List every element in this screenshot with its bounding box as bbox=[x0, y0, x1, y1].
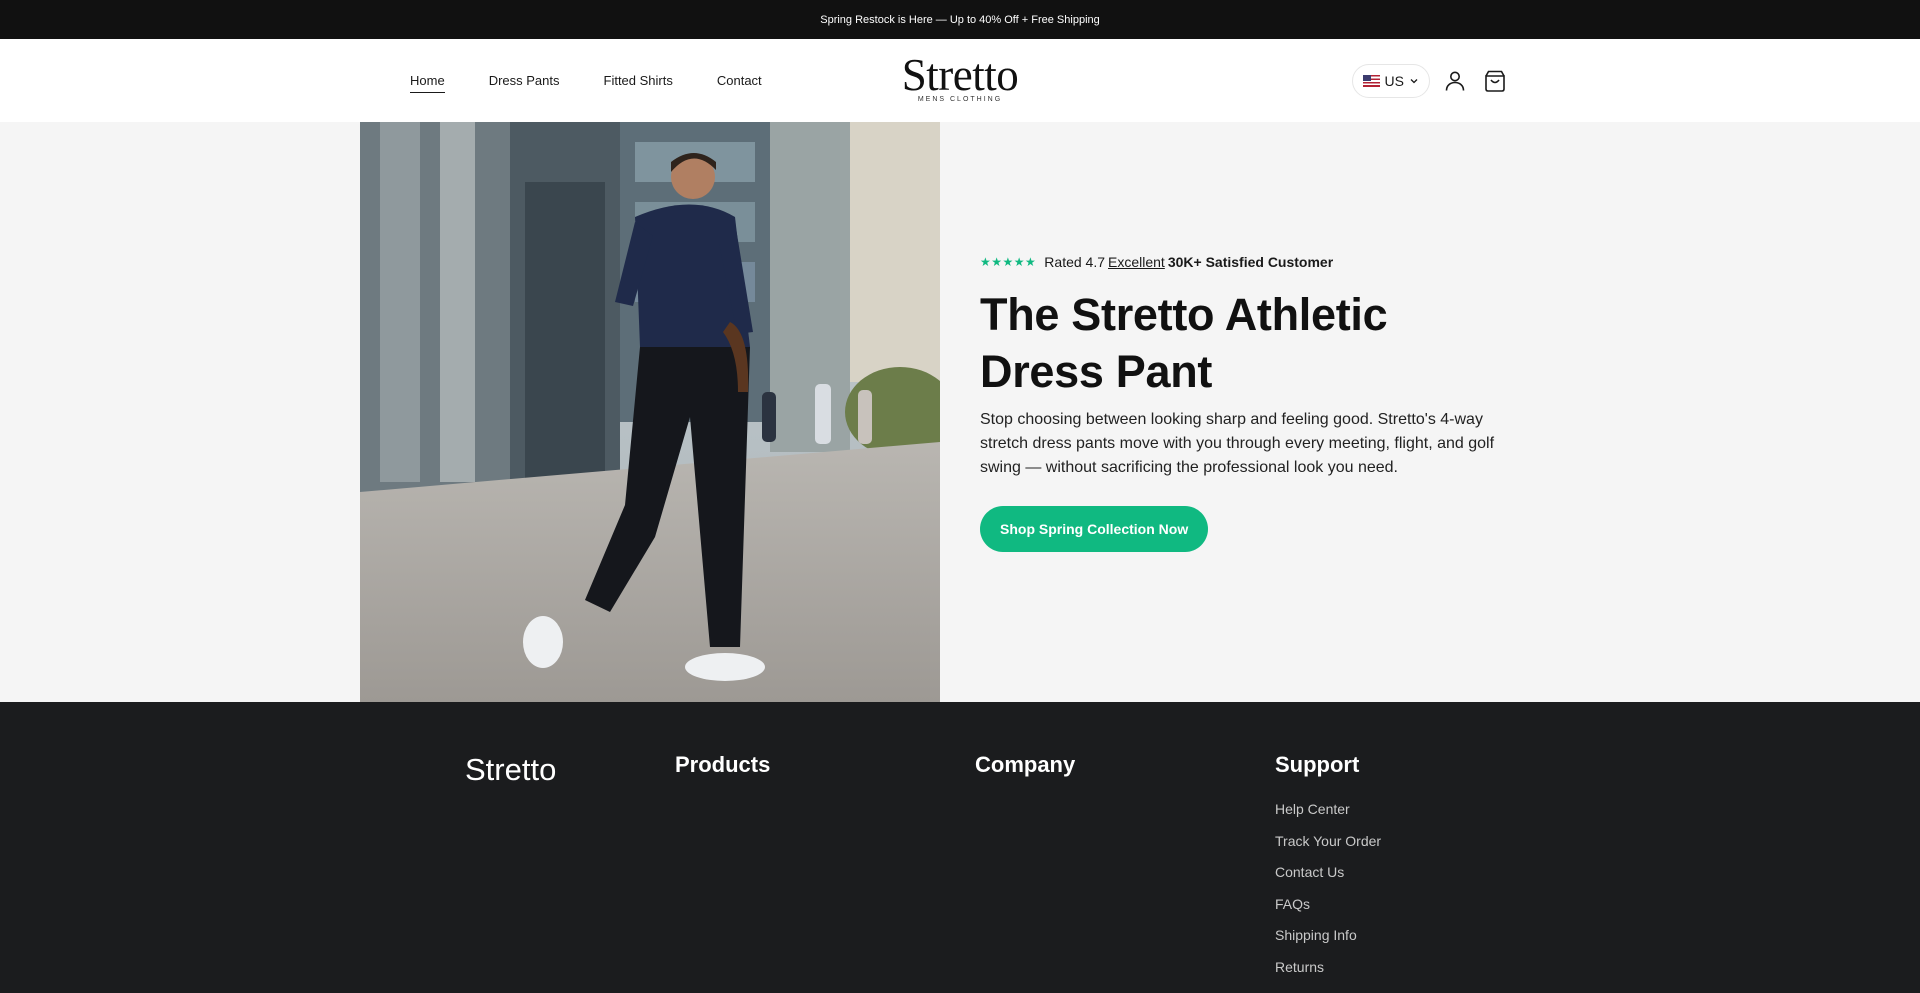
footer-company-heading: Company bbox=[975, 752, 1076, 777]
country-selector[interactable]: US bbox=[1351, 63, 1430, 98]
footer-logo[interactable]: Stretto bbox=[465, 752, 556, 788]
footer-link-returns: Returns bbox=[1275, 959, 1381, 991]
rating-excellent-link[interactable]: Excellent bbox=[1108, 254, 1165, 270]
shop-spring-collection-button[interactable]: Shop Spring Collection Now bbox=[980, 506, 1209, 552]
contact-us-link[interactable]: Contact Us bbox=[1275, 864, 1344, 880]
returns-link[interactable]: Returns bbox=[1275, 959, 1324, 975]
site-footer: Stretto Products Company Support Help Ce… bbox=[0, 702, 1920, 993]
nav-dress-pants[interactable]: Dress Pants bbox=[489, 69, 560, 92]
rating-row: ★★★★★ Rated 4.7 Excellent 30K+ Satisfied… bbox=[980, 254, 1500, 270]
country-code: US bbox=[1384, 72, 1404, 89]
rating-prefix: Rated 4.7 bbox=[1044, 254, 1106, 270]
us-flag-icon bbox=[1362, 74, 1380, 87]
footer-company-column: Company bbox=[975, 752, 1075, 778]
hero-description: Stop choosing between looking sharp and … bbox=[980, 411, 1495, 476]
hero-photo-illustration bbox=[360, 122, 940, 702]
header-actions: US bbox=[1351, 39, 1510, 122]
cart-icon bbox=[1485, 70, 1505, 92]
footer-support-list: Help Center Track Your Order Contact Us … bbox=[1275, 801, 1381, 991]
site-header: Home Dress Pants Fitted Shirts Contact S… bbox=[0, 39, 1920, 122]
rating-stars-icon: ★★★★★ bbox=[980, 255, 1037, 269]
footer-link-contact-us: Contact Us bbox=[1275, 864, 1381, 896]
announcement-bar: Spring Restock is Here — Up to 40% Off +… bbox=[0, 0, 1920, 39]
hero-content: ★★★★★ Rated 4.7 Excellent 30K+ Satisfied… bbox=[980, 254, 1500, 552]
account-button[interactable] bbox=[1440, 66, 1470, 96]
hero-title-line1: The Stretto Athletic bbox=[980, 289, 1388, 340]
hero-title: The Stretto Athletic Dress Pant bbox=[980, 286, 1500, 400]
hero-image bbox=[360, 122, 940, 702]
footer-products-column: Products bbox=[675, 752, 770, 778]
account-icon bbox=[1445, 71, 1465, 91]
footer-link-track-order: Track Your Order bbox=[1275, 833, 1381, 865]
rating-customers: 30K+ Satisfied Customer bbox=[1167, 254, 1334, 270]
track-order-link[interactable]: Track Your Order bbox=[1275, 833, 1381, 849]
footer-link-faqs: FAQs bbox=[1275, 896, 1381, 928]
footer-support-heading: Support bbox=[1275, 752, 1360, 777]
chevron-down-icon bbox=[1410, 78, 1418, 83]
cart-button[interactable] bbox=[1480, 66, 1510, 96]
nav-home[interactable]: Home bbox=[410, 69, 445, 93]
footer-link-shipping-info: Shipping Info bbox=[1275, 927, 1381, 959]
hero-section: ★★★★★ Rated 4.7 Excellent 30K+ Satisfied… bbox=[0, 122, 1920, 702]
nav-fitted-shirts[interactable]: Fitted Shirts bbox=[604, 69, 673, 92]
hero-title-line2: Dress Pant bbox=[980, 346, 1213, 397]
nav-contact[interactable]: Contact bbox=[717, 69, 762, 92]
footer-support-column: Support Help Center Track Your Order Con… bbox=[1275, 752, 1381, 991]
shipping-info-link[interactable]: Shipping Info bbox=[1275, 927, 1357, 943]
help-center-link[interactable]: Help Center bbox=[1275, 801, 1350, 817]
footer-products-heading: Products bbox=[675, 752, 771, 777]
logo-wordmark: Stretto bbox=[901, 50, 1019, 100]
faqs-link[interactable]: FAQs bbox=[1275, 896, 1310, 912]
main-nav: Home Dress Pants Fitted Shirts Contact bbox=[410, 39, 762, 122]
brand-logo[interactable]: Stretto MENS CLOTHING bbox=[880, 50, 1040, 104]
announcement-text: Spring Restock is Here — Up to 40% Off +… bbox=[820, 13, 1100, 26]
footer-link-help-center: Help Center bbox=[1275, 801, 1381, 833]
